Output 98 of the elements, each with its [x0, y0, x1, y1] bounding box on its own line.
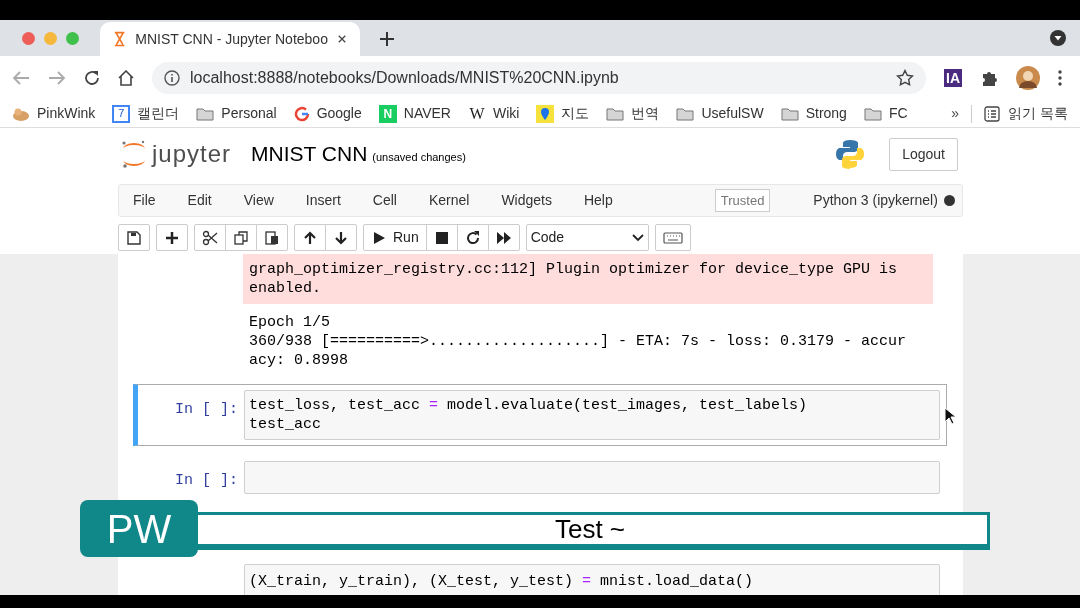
menu-item[interactable]: File: [133, 190, 156, 211]
code-input[interactable]: (X_train, y_train), (X_test, y_test) = mnist.load_data(): [244, 564, 940, 595]
menu-item[interactable]: View: [243, 190, 274, 211]
caret-icon: [631, 233, 644, 242]
profile-avatar-icon[interactable]: [1016, 66, 1040, 90]
folder-icon: [196, 106, 215, 121]
arrow-up-button[interactable]: [294, 224, 326, 251]
overflow-chevron[interactable]: »: [951, 103, 960, 124]
python-logo-icon: [835, 139, 866, 169]
folder-icon: [676, 106, 695, 121]
keyboard-button[interactable]: [654, 224, 691, 251]
play-icon: [371, 229, 387, 246]
menu-item[interactable]: Widgets: [501, 190, 552, 211]
reading-list-button[interactable]: 읽기 목록: [984, 103, 1068, 124]
bookmark[interactable]: Strong: [780, 103, 847, 124]
fast-forward-button[interactable]: [487, 224, 520, 251]
bookmark[interactable]: Google: [293, 103, 362, 124]
scissors-icon: [202, 229, 218, 246]
bookmark[interactable]: 7 캘린더: [112, 103, 180, 124]
dropdown-icon[interactable]: [1050, 30, 1066, 46]
save-icon: [126, 229, 142, 246]
stop-icon: [433, 229, 450, 246]
run-button[interactable]: Run: [363, 224, 427, 251]
paste-button[interactable]: [256, 224, 288, 251]
output-line: Epoch 1/5: [249, 313, 331, 332]
code-input[interactable]: [244, 461, 940, 494]
paste-icon: [264, 229, 280, 246]
copy-button[interactable]: [225, 224, 257, 251]
kernel-name: Python 3 (ipykernel): [813, 191, 938, 210]
bookmark[interactable]: 번역: [606, 103, 660, 124]
restart-button[interactable]: [456, 224, 489, 251]
menu-item[interactable]: Kernel: [428, 190, 470, 211]
arrow-up-icon: [302, 229, 318, 246]
trusted-indicator[interactable]: Trusted: [714, 188, 771, 213]
address-bar[interactable]: localhost:8888/notebooks/Downloads/MNIST%20CNN.ipynb: [152, 62, 926, 94]
bookmark[interactable]: 지도: [536, 103, 590, 124]
g-logo-icon: [293, 105, 310, 122]
url-text: localhost:8888/notebooks/Downloads/MNIST%20CNN.ipynb: [190, 68, 620, 88]
bookmark[interactable]: Personal: [196, 103, 277, 124]
hourglass-icon: [114, 30, 126, 48]
bookmark[interactable]: N NAVER: [378, 103, 451, 124]
menu-item[interactable]: Cell: [372, 190, 397, 211]
puzzle-icon[interactable]: [980, 69, 998, 87]
bookmark[interactable]: UsefulSW: [676, 103, 764, 124]
menu-item[interactable]: Help: [583, 190, 613, 211]
folder-icon: [780, 106, 799, 121]
input-prompt: In [ ]:: [175, 472, 238, 489]
plus-button[interactable]: [156, 224, 188, 251]
caption-text: Test ~: [554, 513, 626, 546]
reload-icon[interactable]: [84, 70, 100, 86]
folder-icon: [606, 106, 625, 121]
more-icon[interactable]: [1058, 70, 1062, 86]
output-line: acy: 0.8998: [249, 351, 350, 370]
scissors-button[interactable]: [194, 224, 226, 251]
restart-icon: [464, 229, 481, 246]
star-icon[interactable]: [896, 69, 914, 87]
plus-icon[interactable]: [380, 32, 394, 46]
list-icon: [984, 105, 1001, 122]
arrow-down-button[interactable]: [325, 224, 357, 251]
wiki-icon: W: [468, 104, 486, 123]
home-icon[interactable]: [118, 70, 134, 86]
cursor-icon: [944, 407, 956, 425]
menu-item[interactable]: Edit: [187, 190, 212, 211]
bookmark[interactable]: W Wiki: [468, 103, 520, 124]
logo-text: jupyter: [152, 139, 232, 169]
logout-button[interactable]: Logout: [889, 137, 958, 171]
tab-title: MNIST CNN - Jupyter Noteboo: [135, 29, 328, 49]
close-icon[interactable]: [337, 34, 346, 44]
window-control-icon[interactable]: [22, 31, 35, 45]
notebook-title[interactable]: MNIST CNN: [251, 138, 368, 170]
output-line: enabled.: [249, 279, 322, 298]
save-status: (unsaved changes): [372, 149, 466, 165]
code-input[interactable]: test_loss, test_acc = model.evaluate(test_images, test_labels) test_acc: [244, 390, 940, 440]
info-icon: [164, 70, 180, 86]
naver-icon: N: [378, 104, 397, 123]
cell-type-dropdown[interactable]: Code: [525, 224, 649, 251]
input-prompt: In [ ]:: [175, 401, 238, 418]
copy-icon: [233, 229, 249, 246]
save-button[interactable]: [118, 224, 150, 251]
fast-forward-icon: [495, 229, 512, 246]
code-line: test_acc: [249, 415, 322, 434]
output-line: graph_optimizer_registry.cc:112] Plugin optimizer for device_type GPU is: [249, 260, 899, 279]
code-line: test_loss, test_acc = model.evaluate(test_images, test_labels): [249, 396, 809, 415]
output-line: 360/938 [==========>...................] - ETA: 7s - loss: 0.3179 - accur: [249, 332, 908, 351]
stop-button[interactable]: [425, 224, 458, 251]
browser-tab[interactable]: MNIST CNN - Jupyter Noteboo: [100, 22, 360, 56]
calendar-icon: 7: [112, 104, 131, 123]
extension-icon[interactable]: IA: [944, 69, 962, 87]
caption-badge: PW: [80, 500, 198, 557]
keyboard-icon: [662, 229, 683, 246]
arrow-down-icon: [333, 229, 349, 246]
map-pin-icon: [536, 104, 555, 123]
plus-icon: [164, 229, 180, 246]
code-line: (X_train, y_train), (X_test, y_test) = mnist.load_data(): [249, 572, 755, 591]
bookmark[interactable]: FC: [863, 103, 908, 124]
folder-icon: [863, 106, 882, 121]
menu-item[interactable]: Insert: [305, 190, 341, 211]
bookmark[interactable]: PinkWink: [12, 103, 96, 124]
